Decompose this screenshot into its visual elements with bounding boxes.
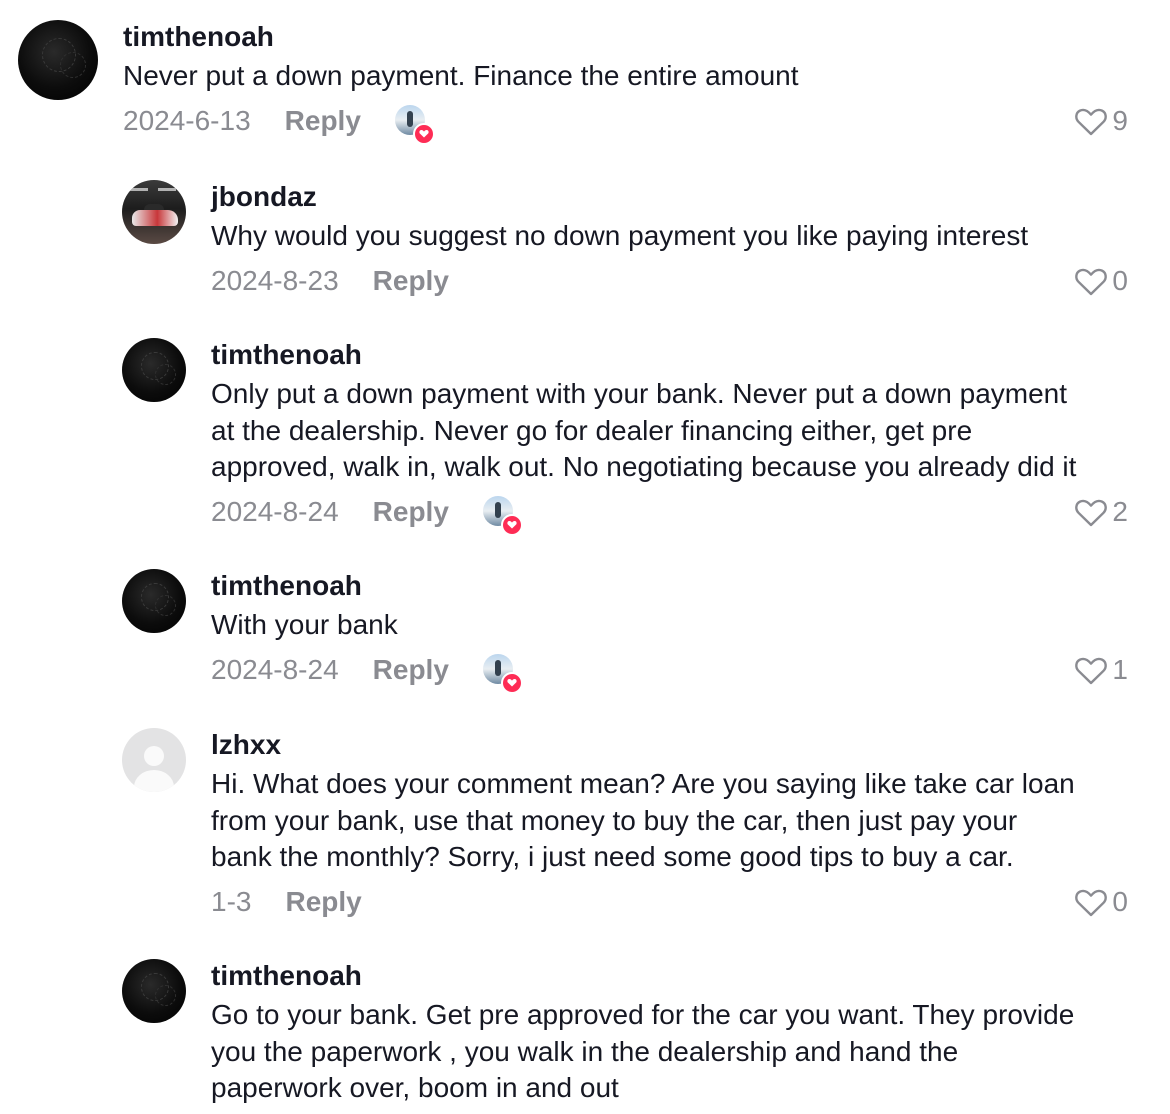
comment-username[interactable]: jbondaz	[211, 180, 1128, 214]
default-user-avatar[interactable]	[122, 728, 186, 792]
comment-username[interactable]: lzhxx	[211, 728, 1128, 762]
comment-text: With your bank	[211, 607, 1128, 644]
avatar-head-shape	[144, 746, 164, 766]
comment-text-line: you the paperwork , you walk in the deal…	[211, 1035, 959, 1067]
comment-text-line: approved, walk in, walk out. No negotiat…	[211, 451, 1077, 482]
creator-liked-badge	[482, 495, 523, 536]
heart-outline-icon	[1075, 108, 1108, 135]
comment-content: jbondaz Why would you suggest no down pa…	[211, 180, 1128, 301]
comment-content: timthenoah Never put a down payment. Fin…	[123, 20, 1128, 145]
heart-outline-icon	[1075, 657, 1108, 684]
user-avatar[interactable]	[122, 180, 186, 244]
like-count: 2	[1112, 495, 1128, 527]
comment-text-line: bank the monthly? Sorry, i just need som…	[211, 841, 1014, 872]
comment-text-line: Why would you suggest no down payment yo…	[211, 220, 1029, 251]
reply-item: timthenoah Only put a down payment with …	[122, 338, 1128, 536]
comment-date: 2024-6-13	[123, 104, 251, 136]
comment-date: 1-3	[211, 885, 252, 917]
comment-text-line: Hi. What does your comment mean? Are you…	[211, 768, 1075, 799]
reply-item: timthenoah Go to your bank. Get pre appr…	[122, 959, 1128, 1107]
comment-content: timthenoah Go to your bank. Get pre appr…	[211, 959, 1128, 1107]
comment-username[interactable]: timthenoah	[211, 338, 1128, 372]
comment-date: 2024-8-24	[211, 653, 339, 685]
like-count: 0	[1112, 264, 1128, 296]
comment-meta: 2024-8-23 Reply 0	[211, 261, 1128, 301]
heart-badge-icon	[500, 671, 523, 694]
comment-text: Go to your bank. Get pre approved for th…	[211, 997, 1128, 1107]
comment-username[interactable]: timthenoah	[211, 959, 1128, 993]
like-button[interactable]: 0	[1074, 886, 1128, 918]
user-avatar[interactable]	[122, 959, 186, 1023]
comment-text: Why would you suggest no down payment yo…	[211, 218, 1128, 255]
user-avatar[interactable]	[122, 569, 186, 633]
user-avatar[interactable]	[18, 20, 98, 100]
creator-liked-badge	[394, 104, 435, 145]
comment-username[interactable]: timthenoah	[211, 569, 1128, 603]
comment-meta: 2024-8-24 Reply 1	[211, 650, 1128, 694]
comment-text-line: from your bank, use that money to buy th…	[211, 804, 1018, 836]
like-button[interactable]: 1	[1074, 654, 1128, 686]
comment-meta: 2024-6-13 Reply 9	[123, 101, 1128, 145]
comment-date: 2024-8-24	[211, 495, 339, 527]
comment-content: lzhxx Hi. What does your comment mean? A…	[211, 728, 1128, 922]
comment-meta: 1-3 Reply 0	[211, 882, 1128, 922]
comment-text-line: Never put a down payment. Finance the en…	[123, 60, 799, 91]
like-button[interactable]: 9	[1074, 105, 1128, 137]
comment-text: Hi. What does your comment mean? Are you…	[211, 766, 1128, 876]
comment-text-line: at the dealership. Never go for dealer f…	[211, 414, 973, 446]
heart-outline-icon	[1075, 268, 1108, 295]
reply-item: jbondaz Why would you suggest no down pa…	[122, 180, 1128, 301]
reply-item: timthenoah With your bank 2024-8-24 Repl…	[122, 569, 1128, 694]
reply-button[interactable]: Reply	[373, 654, 449, 686]
like-button[interactable]: 0	[1074, 265, 1128, 297]
comment-text-line: With your bank	[211, 609, 398, 640]
avatar-photo-detail	[158, 188, 176, 191]
reply-button[interactable]: Reply	[285, 886, 361, 918]
heart-badge-icon	[412, 122, 435, 145]
comment-text-line: Only put a down payment with your bank. …	[211, 378, 1068, 409]
comment-text-line: Go to your bank. Get pre approved for th…	[211, 999, 1075, 1030]
reply-button[interactable]: Reply	[373, 496, 449, 528]
comment-date: 2024-8-23	[211, 264, 339, 296]
creator-liked-badge	[482, 653, 523, 694]
reply-button[interactable]: Reply	[285, 105, 361, 137]
comment-username[interactable]: timthenoah	[123, 20, 1128, 54]
comment-content: timthenoah Only put a down payment with …	[211, 338, 1128, 536]
like-count: 9	[1112, 104, 1128, 136]
comment-text-line: paperwork over, boom in and out	[211, 1072, 619, 1103]
like-button[interactable]: 2	[1074, 496, 1128, 528]
comment-item: timthenoah Never put a down payment. Fin…	[18, 20, 1128, 145]
user-avatar[interactable]	[122, 338, 186, 402]
heart-badge-icon	[500, 513, 523, 536]
heart-outline-icon	[1075, 499, 1108, 526]
comment-text: Only put a down payment with your bank. …	[211, 376, 1128, 486]
avatar-body-shape	[134, 770, 174, 792]
reply-button[interactable]: Reply	[373, 265, 449, 297]
like-count: 0	[1112, 885, 1128, 917]
comment-meta: 2024-8-24 Reply 2	[211, 492, 1128, 536]
like-count: 1	[1112, 653, 1128, 685]
reply-item: lzhxx Hi. What does your comment mean? A…	[122, 728, 1128, 922]
comment-text: Never put a down payment. Finance the en…	[123, 58, 1128, 95]
avatar-photo-detail	[130, 188, 148, 191]
avatar-photo-detail	[132, 210, 178, 226]
heart-outline-icon	[1075, 889, 1108, 916]
comment-content: timthenoah With your bank 2024-8-24 Repl…	[211, 569, 1128, 694]
